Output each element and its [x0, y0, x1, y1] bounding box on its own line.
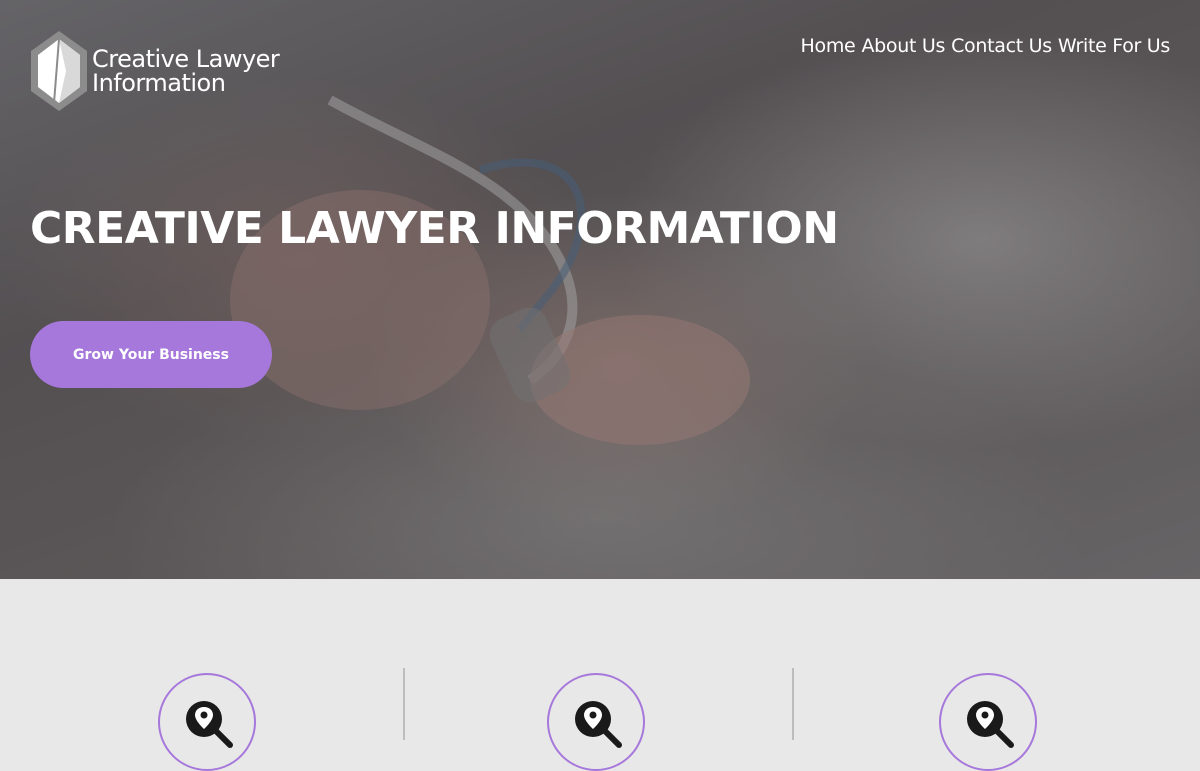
logo-line-1: Creative Lawyer — [92, 45, 280, 73]
nav-home[interactable]: Home — [801, 35, 856, 57]
nav-contact-us[interactable]: Contact Us — [951, 35, 1052, 57]
feature-divider — [403, 668, 405, 740]
location-search-icon — [186, 701, 233, 748]
nav-write-for-us[interactable]: Write For Us — [1058, 35, 1170, 57]
feature-2[interactable] — [547, 673, 645, 771]
logo-line-2: Information — [92, 69, 226, 97]
site-logo[interactable]: Creative Lawyer Information — [30, 30, 280, 112]
logo-text: Creative Lawyer Information — [92, 45, 280, 97]
hero-section: Creative Lawyer Information Home About U… — [0, 0, 1200, 579]
nav-about-us[interactable]: About Us — [861, 35, 945, 57]
feature-1[interactable] — [158, 673, 256, 771]
feature-3[interactable] — [939, 673, 1037, 771]
hero-title: CREATIVE LAWYER INFORMATION — [30, 203, 839, 254]
location-search-icon — [967, 701, 1014, 748]
feature-divider — [792, 668, 794, 740]
grow-your-business-button[interactable]: Grow Your Business — [30, 321, 272, 388]
main-nav: Home About Us Contact Us Write For Us — [801, 35, 1171, 57]
features-section — [0, 579, 1200, 771]
logo-hexagon-icon — [31, 31, 87, 111]
location-search-icon — [575, 701, 622, 748]
